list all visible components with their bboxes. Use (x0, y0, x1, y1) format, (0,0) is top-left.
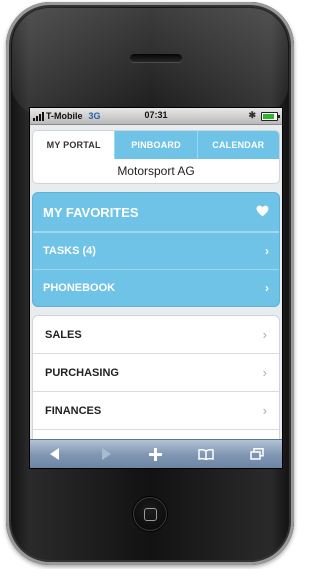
menu-item-purchasing[interactable]: PURCHASING › (33, 353, 279, 391)
battery-icon (261, 112, 280, 121)
speaker-grille (130, 54, 182, 62)
pages-icon[interactable] (242, 442, 272, 466)
favorite-item-label: TASKS (4) (43, 245, 96, 257)
menu-item-sales[interactable]: SALES › (33, 316, 279, 353)
favorites-header: MY FAVORITES (33, 193, 279, 232)
menu-item-label: FINANCES (45, 404, 102, 417)
battery-level (263, 114, 274, 119)
tab-pinboard[interactable]: PINBOARD (114, 131, 197, 159)
back-icon[interactable] (40, 442, 70, 466)
menu-list: SALES › PURCHASING › FINANCES › (33, 316, 279, 450)
add-icon[interactable] (141, 442, 171, 466)
favorite-item-phonebook[interactable]: PHONEBOOK › (33, 269, 279, 306)
company-name: Motorsport AG (117, 164, 195, 178)
favorite-item-label: PHONEBOOK (43, 282, 116, 294)
menu-item-label: SALES (45, 328, 82, 341)
menu-item-finances[interactable]: FINANCES › (33, 391, 279, 429)
portal-header: MY PORTAL PINBOARD CALENDAR Motorsport A… (33, 131, 279, 183)
tab-my-portal[interactable]: MY PORTAL (33, 131, 115, 159)
chevron-right-icon: › (262, 365, 267, 380)
favorites-title: MY FAVORITES (43, 204, 139, 220)
tab-calendar[interactable]: CALENDAR (196, 131, 279, 159)
favorites-section: MY FAVORITES TASKS (4) › PHONEBOOK › (33, 193, 279, 306)
signal-bars-icon (33, 111, 44, 121)
browser-toolbar (30, 439, 282, 468)
home-button[interactable] (133, 497, 167, 531)
favorite-item-tasks[interactable]: TASKS (4) › (33, 232, 279, 269)
phone-screen: T-Mobile 3G 07:31 ✱ MY PORTAL PINBOARD C… (30, 108, 282, 468)
chevron-right-icon: › (265, 281, 269, 295)
bluetooth-icon: ✱ (248, 110, 256, 120)
status-bar: T-Mobile 3G 07:31 ✱ (30, 108, 282, 125)
forward-icon[interactable] (91, 442, 121, 466)
menu-item-label: PURCHASING (45, 366, 119, 379)
tab-bar: MY PORTAL PINBOARD CALENDAR (33, 131, 279, 159)
chevron-right-icon: › (265, 244, 269, 258)
heart-icon[interactable] (256, 205, 269, 220)
bookmarks-icon[interactable] (191, 442, 221, 466)
carrier-name: T-Mobile (46, 111, 83, 121)
network-type: 3G (88, 111, 101, 121)
home-square-icon (144, 508, 157, 521)
chevron-right-icon: › (262, 327, 267, 342)
chevron-right-icon: › (262, 403, 267, 418)
